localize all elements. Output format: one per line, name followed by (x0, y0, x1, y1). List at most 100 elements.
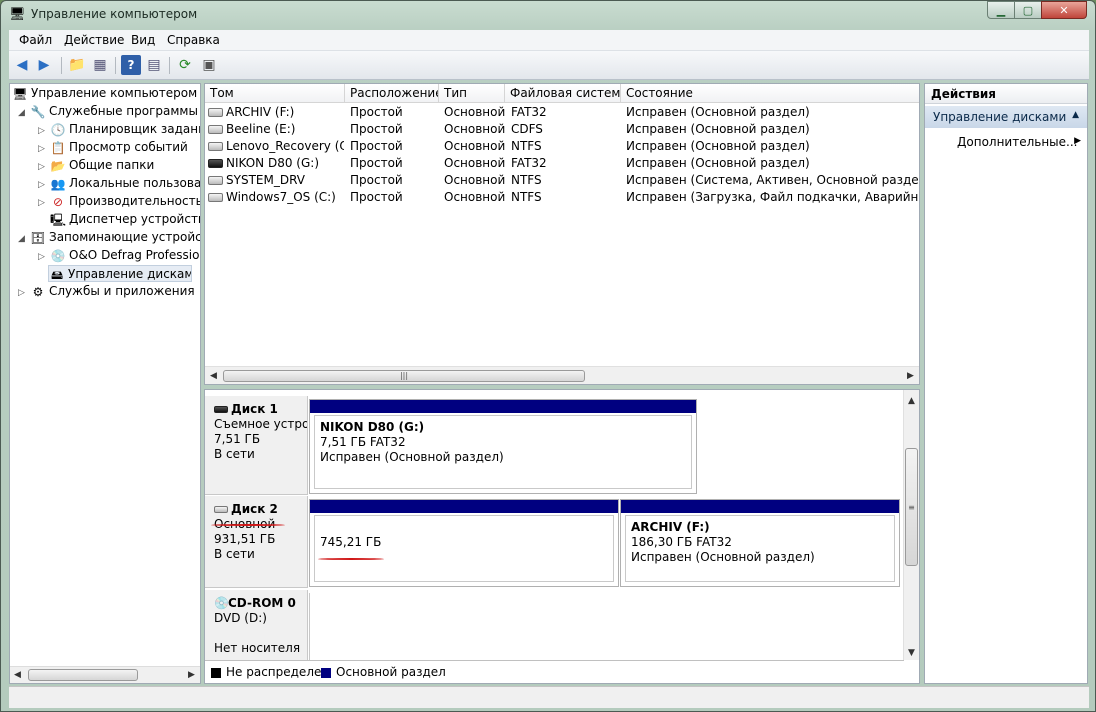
computer-management-icon: 🖥 (12, 86, 28, 101)
scroll-left-arrow-icon[interactable]: ◀ (14, 670, 21, 680)
cd-drive-icon (208, 125, 223, 134)
tree-item-performance[interactable]: ▷ ⊘ Производительность (38, 193, 200, 210)
scroll-thumb[interactable] (28, 669, 138, 681)
tree-item-event-viewer[interactable]: ▷ 📋 Просмотр событий (38, 139, 200, 156)
legend-swatch-primary (321, 668, 331, 678)
drive-icon (208, 193, 223, 202)
partition-bar (310, 400, 696, 413)
navigation-tree: 🖥 Управление компьютером (л ◢ 🔧 Служебные п… (9, 83, 201, 684)
tree-item-storage[interactable]: ◢ 🗄 Запоминающие устройст (18, 229, 200, 246)
legend-label-primary: Основной раздел (336, 665, 446, 679)
title-bar[interactable]: 🖥 Управление компьютером ▁ ▢ ✕ (1, 1, 1095, 29)
tree-item-local-users[interactable]: ▷👥Локальные пользовате (38, 175, 200, 192)
red-underline (318, 558, 384, 560)
actions-header: Действия (925, 84, 1087, 104)
partition-unlabeled[interactable]: 745,21 ГБ (309, 499, 619, 587)
list-horizontal-scrollbar[interactable]: ◀ ||| ▶ (205, 366, 919, 384)
scroll-thumb[interactable]: ≡ (905, 448, 918, 566)
disk-pane-vertical-scrollbar[interactable]: ▲ ≡ ▼ (903, 390, 919, 660)
tree-item-root[interactable]: 🖥 Управление компьютером (л (12, 85, 200, 102)
scroll-down-arrow-icon[interactable]: ▼ (908, 648, 915, 658)
back-arrow-icon[interactable]: ◀ (12, 55, 32, 75)
volume-row[interactable]: SYSTEM_DRV Простой Основной NTFS Исправе… (205, 172, 919, 189)
tree-item-scheduler[interactable]: ▷ 🕓 Планировщик заданий (38, 121, 200, 138)
expand-arrow-icon[interactable]: ▷ (38, 177, 50, 192)
scroll-up-arrow-icon[interactable]: ▲ (908, 396, 915, 406)
toolbar-separator (169, 57, 170, 74)
collapse-arrow-icon[interactable]: ◢ (18, 231, 30, 246)
expand-arrow-icon[interactable]: ▷ (38, 141, 50, 156)
tree-item-defrag[interactable]: ▷ 💿 O&O Defrag Profession (38, 247, 200, 264)
actions-more-item[interactable]: Дополнительные... ▶ (925, 134, 1087, 152)
volume-row[interactable]: Beeline (E:) Простой Основной CDFS Испра… (205, 121, 919, 138)
drive-icon (208, 108, 223, 117)
expand-arrow-icon[interactable]: ▷ (18, 285, 30, 300)
toolbar-separator (61, 57, 62, 74)
disk-label-2[interactable]: Диск 2 Основной 931,51 ГБ В сети (205, 496, 308, 588)
volume-row[interactable]: Lenovo_Recovery (Q:) Простой Основной NT… (205, 138, 919, 155)
window-title: Управление компьютером (31, 7, 198, 21)
disk-map-pane: Диск 1 Съемное устрой 7,51 ГБ В сети NIK… (204, 389, 920, 684)
disk-management-icon: 🖴 (50, 267, 64, 282)
legend-label-unallocated: Не распределен (226, 665, 330, 679)
volume-row[interactable]: ARCHIV (F:) Простой Основной FAT32 Испра… (205, 104, 919, 121)
column-header-status[interactable]: Состояние (621, 84, 919, 103)
close-button[interactable]: ✕ (1041, 1, 1087, 19)
scroll-right-arrow-icon[interactable]: ▶ (188, 670, 195, 680)
maximize-button[interactable]: ▢ (1014, 1, 1042, 19)
column-header-type[interactable]: Тип (439, 84, 505, 103)
properties-icon[interactable]: ▤ (144, 55, 164, 75)
toolbar: ◀ ▶ 📁 ▦ ? ▤ ⟳ ▣ (9, 51, 1089, 80)
partition-bar (621, 500, 899, 513)
tree-item-device-manager[interactable]: 🖳 Диспетчер устройств (38, 211, 200, 228)
volume-list: Том Расположение Тип Файловая система Со… (204, 83, 920, 385)
minimize-button[interactable]: ▁ (987, 1, 1015, 19)
menu-help[interactable]: Справка (167, 33, 220, 47)
cd-rom-icon: 💿 (214, 596, 229, 610)
disk-label-1[interactable]: Диск 1 Съемное устрой 7,51 ГБ В сети (205, 396, 308, 495)
tree-item-services[interactable]: ▷ ⚙ Службы и приложения (18, 283, 200, 300)
menu-bar: Файл Действие Вид Справка (9, 30, 1089, 51)
legend-swatch-unallocated (211, 668, 221, 678)
scroll-left-arrow-icon[interactable]: ◀ (210, 371, 217, 381)
collapse-arrow-icon[interactable]: ◢ (18, 105, 30, 120)
volume-row[interactable]: Windows7_OS (C:) Простой Основной NTFS И… (205, 189, 919, 206)
hard-disk-icon (214, 506, 228, 513)
expand-arrow-icon[interactable]: ▷ (38, 249, 50, 264)
users-icon: 👥 (50, 176, 66, 191)
cdrom-empty-area (309, 593, 903, 660)
services-icon: ⚙ (32, 284, 44, 299)
volume-row[interactable]: NIKON D80 (G:) Простой Основной FAT32 Ис… (205, 155, 919, 172)
legend: Не распределен Основной раздел (205, 660, 904, 683)
up-folder-icon[interactable]: 📁 (67, 55, 87, 75)
clock-icon: 🕓 (50, 122, 66, 137)
menu-view[interactable]: Вид (131, 33, 155, 47)
show-hide-tree-icon[interactable]: ▦ (90, 55, 110, 75)
scroll-thumb[interactable]: ||| (223, 370, 585, 382)
refresh-icon[interactable]: ⟳ (175, 55, 195, 75)
expand-arrow-icon[interactable]: ▷ (38, 123, 50, 138)
actions-section-disk-management[interactable]: Управление дисками ▲ (925, 106, 1087, 128)
collapse-up-icon[interactable]: ▲ (1072, 110, 1079, 120)
scroll-right-arrow-icon[interactable]: ▶ (907, 371, 914, 381)
column-header-layout[interactable]: Расположение (345, 84, 439, 103)
forward-arrow-icon[interactable]: ▶ (34, 55, 54, 75)
partition-nikon[interactable]: NIKON D80 (G:) 7,51 ГБ FAT32 Исправен (О… (309, 399, 697, 494)
menu-file[interactable]: Файл (19, 33, 52, 47)
disk-label-cdrom[interactable]: 💿CD-ROM 0 DVD (D:) Нет носителя (205, 590, 308, 662)
device-manager-icon: 🖳 (50, 212, 67, 227)
storage-icon: 🗄 (30, 230, 46, 245)
column-header-filesystem[interactable]: Файловая система (505, 84, 621, 103)
app-icon: 🖥 (9, 7, 26, 22)
column-header-volume[interactable]: Том (205, 84, 345, 103)
menu-action[interactable]: Действие (64, 33, 124, 47)
tree-item-shared-folders[interactable]: ▷ 📂 Общие папки (38, 157, 200, 174)
export-list-icon[interactable]: ▣ (199, 55, 219, 75)
tree-item-disk-management[interactable]: 🖴 Управление дисками (48, 265, 192, 282)
expand-arrow-icon[interactable]: ▷ (38, 159, 50, 174)
tree-item-system-tools[interactable]: ◢ 🔧 Служебные программы (18, 103, 200, 120)
partition-archiv[interactable]: ARCHIV (F:) 186,30 ГБ FAT32 Исправен (Ос… (620, 499, 900, 587)
expand-arrow-icon[interactable]: ▷ (38, 195, 50, 210)
help-icon[interactable]: ? (121, 55, 141, 75)
tree-horizontal-scrollbar[interactable]: ◀ ▶ (10, 666, 200, 683)
